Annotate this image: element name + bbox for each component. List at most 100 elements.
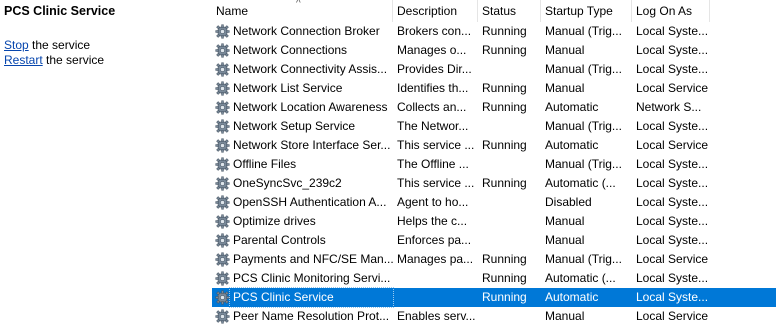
column-header-name-label: Name — [216, 4, 249, 18]
gear-icon — [215, 138, 230, 153]
gear-icon — [215, 62, 230, 77]
service-startup-type: Manual — [545, 81, 585, 95]
service-name: Network Location Awareness — [233, 100, 388, 114]
list-header: Name ^ Description Status Startup Type L… — [212, 0, 776, 22]
table-row[interactable]: Network Store Interface Ser... This servi… — [212, 136, 776, 155]
service-description: This service ... — [397, 176, 475, 190]
column-header-description[interactable]: Description — [393, 0, 478, 22]
service-description: Manages o... — [397, 43, 467, 57]
service-name: Payments and NFC/SE Man... — [233, 252, 393, 266]
gear-icon — [215, 100, 230, 115]
table-row[interactable]: Network Connectivity Assis... Provides Di… — [212, 60, 776, 79]
service-description: Enables serv... — [397, 309, 476, 323]
service-name: Network Connections — [233, 43, 348, 57]
table-row[interactable]: Network Connections Manages o... Running Ma… — [212, 41, 776, 60]
service-log-on-as: Local Service — [636, 138, 709, 152]
stop-service-link[interactable]: Stop — [4, 38, 29, 52]
gear-icon — [215, 214, 230, 229]
gear-icon — [215, 271, 230, 286]
service-log-on-as: Local Service — [636, 309, 709, 323]
gear-icon — [215, 233, 230, 248]
service-name: OneSyncSvc_239c2 — [233, 176, 342, 190]
column-header-status[interactable]: Status — [478, 0, 541, 22]
service-startup-type: Manual (Trig... — [545, 252, 622, 266]
service-name: Peer Name Resolution Prot... — [233, 309, 390, 323]
service-status — [478, 117, 541, 136]
service-description: Brokers con... — [397, 24, 472, 38]
service-status — [478, 155, 541, 174]
gear-icon — [215, 176, 230, 191]
service-name: Network Setup Service — [233, 119, 356, 133]
service-log-on-as: Local Syste... — [636, 157, 709, 171]
service-startup-type: Manual (Trig... — [545, 24, 622, 38]
service-startup-type: Manual — [545, 309, 585, 323]
service-startup-type: Manual — [545, 43, 585, 57]
service-status: Running — [482, 252, 527, 266]
table-row[interactable]: PCS Clinic Monitoring Servi... Running Aut… — [212, 269, 776, 288]
service-description: Enforces pa... — [397, 233, 472, 247]
service-status: Running — [482, 138, 527, 152]
table-row[interactable]: Network Setup Service The Networ... Manual… — [212, 117, 776, 136]
service-status: Running — [482, 43, 527, 57]
service-description: The Networ... — [397, 119, 469, 133]
service-description — [393, 288, 478, 307]
service-description: Collects an... — [397, 100, 467, 114]
gear-icon — [215, 119, 230, 134]
table-row[interactable]: Parental Controls Enforces pa... Manual Loc… — [212, 231, 776, 250]
service-log-on-as: Local Syste... — [636, 290, 709, 304]
service-details-pane: PCS Clinic Service Stop the service Rest… — [0, 0, 208, 332]
column-header-name[interactable]: Name ^ — [212, 0, 393, 22]
gear-icon — [215, 24, 230, 39]
column-header-log-on-as[interactable]: Log On As — [632, 0, 710, 22]
services-list[interactable]: Name ^ Description Status Startup Type L… — [212, 0, 776, 332]
table-row[interactable]: Network Location Awareness Collects an...… — [212, 98, 776, 117]
service-description: Identifies th... — [397, 81, 469, 95]
service-startup-type: Manual — [545, 214, 585, 228]
service-description: Agent to ho... — [397, 195, 469, 209]
service-status: Running — [482, 290, 527, 304]
service-startup-type: Automatic — [545, 290, 599, 304]
table-row[interactable]: Optimize drives Helps the c... Manual Local… — [212, 212, 776, 231]
sort-ascending-icon: ^ — [296, 0, 301, 9]
gear-icon — [215, 309, 230, 324]
restart-service-link[interactable]: Restart — [4, 53, 43, 67]
table-row[interactable]: PCS Clinic Service Running Automatic Local … — [212, 287, 776, 308]
service-status — [478, 212, 541, 231]
service-status: Running — [482, 271, 527, 285]
service-log-on-as: Local Syste... — [636, 119, 709, 133]
table-row[interactable]: Offline Files The Offline ... Manual (Trig… — [212, 155, 776, 174]
gear-icon — [215, 157, 230, 172]
gear-icon — [215, 81, 230, 96]
column-header-startup-type[interactable]: Startup Type — [541, 0, 632, 22]
service-startup-type: Automatic — [545, 100, 599, 114]
service-log-on-as: Local Syste... — [636, 271, 709, 285]
gear-icon — [215, 252, 230, 267]
service-startup-type: Manual — [545, 233, 585, 247]
table-row[interactable]: Peer Name Resolution Prot... Enables serv… — [212, 307, 776, 326]
service-name: Parental Controls — [233, 233, 326, 247]
table-row[interactable]: Network Connection Broker Brokers con... R… — [212, 22, 776, 41]
restart-action-text: the service — [42, 53, 105, 67]
service-log-on-as: Local Service — [636, 252, 709, 266]
service-name: OpenSSH Authentication A... — [233, 195, 387, 209]
service-description: Helps the c... — [397, 214, 468, 228]
service-description — [393, 269, 478, 288]
gear-icon — [215, 290, 230, 305]
selected-service-title: PCS Clinic Service — [4, 4, 116, 18]
service-status: Running — [482, 176, 527, 190]
service-log-on-as: Local Syste... — [636, 176, 709, 190]
service-name: Network List Service — [233, 81, 343, 95]
service-description: The Offline ... — [397, 157, 469, 171]
table-row[interactable]: Network List Service Identifies th... Runn… — [212, 79, 776, 98]
service-status — [478, 193, 541, 212]
service-log-on-as: Local Syste... — [636, 43, 709, 57]
stop-action: Stop the service — [4, 38, 90, 52]
table-row[interactable]: OpenSSH Authentication A... Agent to ho..… — [212, 193, 776, 212]
table-row[interactable]: OneSyncSvc_239c2 This service ... Running A… — [212, 174, 776, 193]
service-startup-type: Automatic (... — [545, 176, 616, 190]
table-row[interactable]: Payments and NFC/SE Man... Manages pa... R… — [212, 250, 776, 269]
service-log-on-as: Local Syste... — [636, 62, 709, 76]
service-startup-type: Automatic (... — [545, 271, 616, 285]
service-status: Running — [482, 24, 527, 38]
gear-icon — [215, 43, 230, 58]
